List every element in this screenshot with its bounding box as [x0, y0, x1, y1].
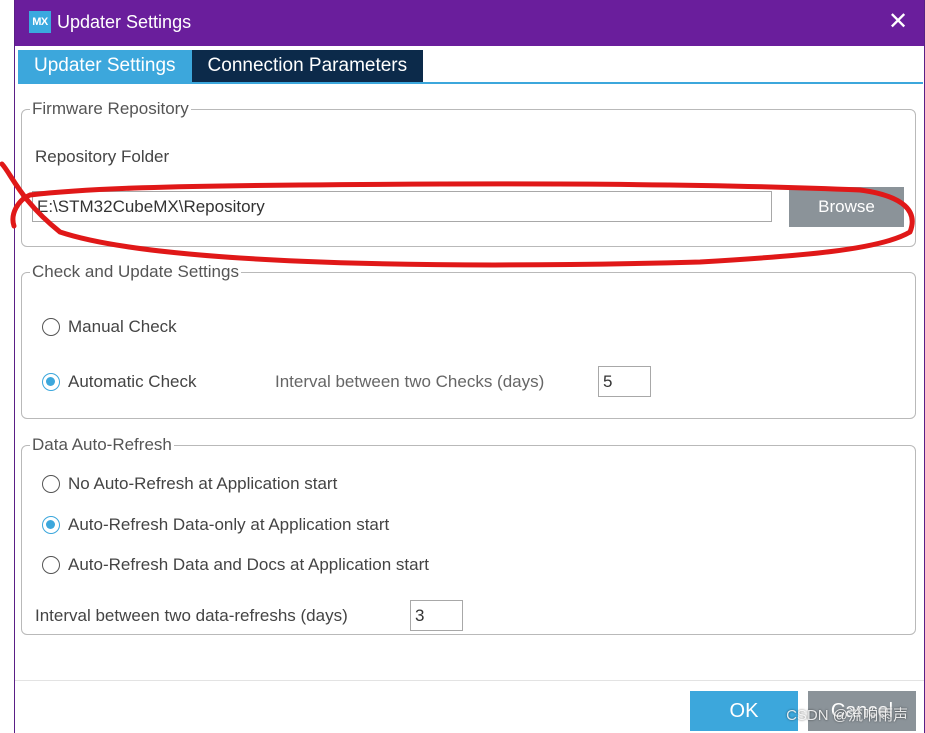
tab-bar: Updater Settings Connection Parameters [18, 50, 424, 82]
no-auto-refresh-radio[interactable] [42, 475, 60, 493]
refresh-interval-label: Interval between two data-refreshs (days… [35, 606, 348, 625]
title-bar[interactable]: MX Updater Settings ✕ [15, 0, 924, 46]
refresh-interval-input[interactable] [410, 600, 463, 631]
tab-connection-parameters[interactable]: Connection Parameters [191, 50, 424, 82]
check-interval-label: Interval between two Checks (days) [275, 372, 545, 391]
repository-folder-label: Repository Folder [35, 147, 170, 166]
data-auto-refresh-legend: Data Auto-Refresh [32, 435, 172, 454]
firmware-repository-group: Firmware Repository [21, 99, 916, 247]
check-interval-input[interactable] [598, 366, 651, 397]
updater-settings-dialog: MX Updater Settings ✕ Updater Settings C… [14, 0, 925, 733]
check-update-settings-group: Check and Update Settings [21, 262, 916, 419]
data-auto-refresh-group: Data Auto-Refresh [21, 435, 916, 635]
stm32cubemx-logo-icon: MX [29, 11, 51, 33]
repository-folder-input[interactable] [32, 191, 772, 222]
browse-button[interactable]: Browse [789, 187, 904, 227]
csdn-watermark: CSDN @流响雨声 [786, 707, 908, 724]
footer-divider [15, 680, 924, 681]
tab-underline [18, 82, 923, 84]
close-icon[interactable]: ✕ [884, 8, 912, 36]
firmware-repository-legend: Firmware Repository [32, 99, 189, 118]
auto-refresh-data-docs-radio[interactable] [42, 556, 60, 574]
manual-check-label[interactable]: Manual Check [68, 317, 177, 337]
manual-check-radio[interactable] [42, 318, 60, 336]
check-update-settings-legend: Check and Update Settings [32, 262, 239, 281]
tab-updater-settings[interactable]: Updater Settings [18, 50, 192, 82]
auto-refresh-data-only-label[interactable]: Auto-Refresh Data-only at Application st… [68, 515, 389, 535]
automatic-check-radio[interactable] [42, 373, 60, 391]
ok-button[interactable]: OK [690, 691, 798, 731]
automatic-check-label[interactable]: Automatic Check [68, 372, 197, 392]
auto-refresh-data-only-radio[interactable] [42, 516, 60, 534]
window-title: Updater Settings [57, 12, 192, 32]
no-auto-refresh-label[interactable]: No Auto-Refresh at Application start [68, 474, 337, 494]
auto-refresh-data-docs-label[interactable]: Auto-Refresh Data and Docs at Applicatio… [68, 555, 429, 575]
